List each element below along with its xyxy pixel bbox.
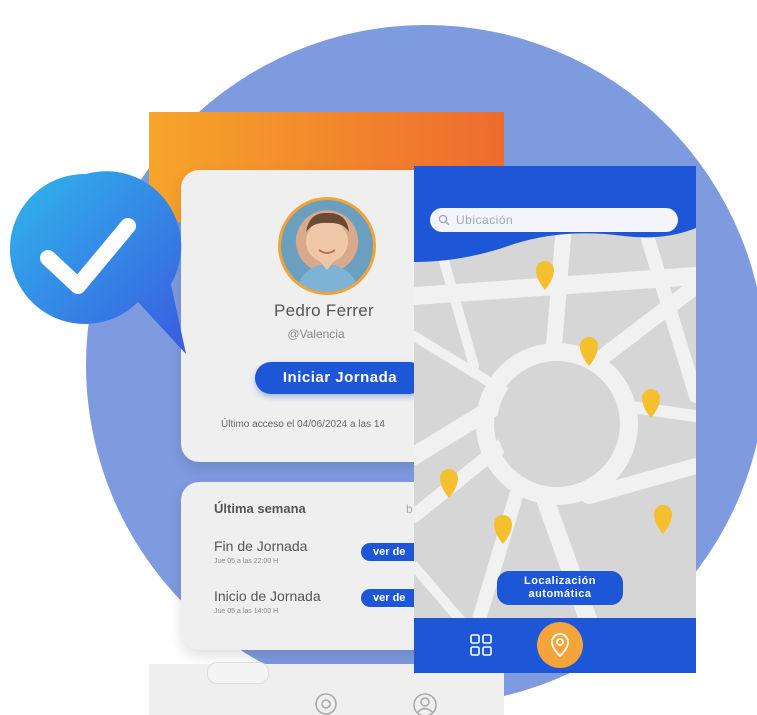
nav-pill[interactable] [207,662,269,684]
auto-location-label-line1: Localización [523,575,597,587]
avatar [278,197,376,295]
search-icon [438,214,450,226]
event-title: Inicio de Jornada [214,588,321,604]
search-placeholder: Ubicación [456,213,514,227]
event-title: Fin de Jornada [214,538,308,554]
last-week-more[interactable]: b [406,502,413,516]
location-search-bar[interactable]: Ubicación [430,208,678,232]
map-bottom-nav [414,618,696,673]
home-icon[interactable] [314,692,338,715]
auto-location-label-line2: automática [528,588,592,600]
grid-icon[interactable] [470,634,492,656]
location-pin-icon [551,633,569,658]
profile-icon[interactable] [412,692,438,715]
map-screen: Ubicación Localización automática [414,166,696,673]
last-access-text: Último acceso el 04/06/2024 a las 14 [221,419,385,430]
check-icon [9,171,187,354]
auto-location-button[interactable]: Localización automática [497,571,623,605]
location-nav-button[interactable] [537,622,583,668]
event-subtitle: Jue 05 a las 22:00 H [214,558,279,565]
event-subtitle: Jue 05 a las 14:00 H [214,608,279,615]
user-location: @Valencia [287,327,345,341]
last-week-title: Última semana [214,501,306,516]
start-shift-button[interactable]: Iniciar Jornada [255,362,425,394]
